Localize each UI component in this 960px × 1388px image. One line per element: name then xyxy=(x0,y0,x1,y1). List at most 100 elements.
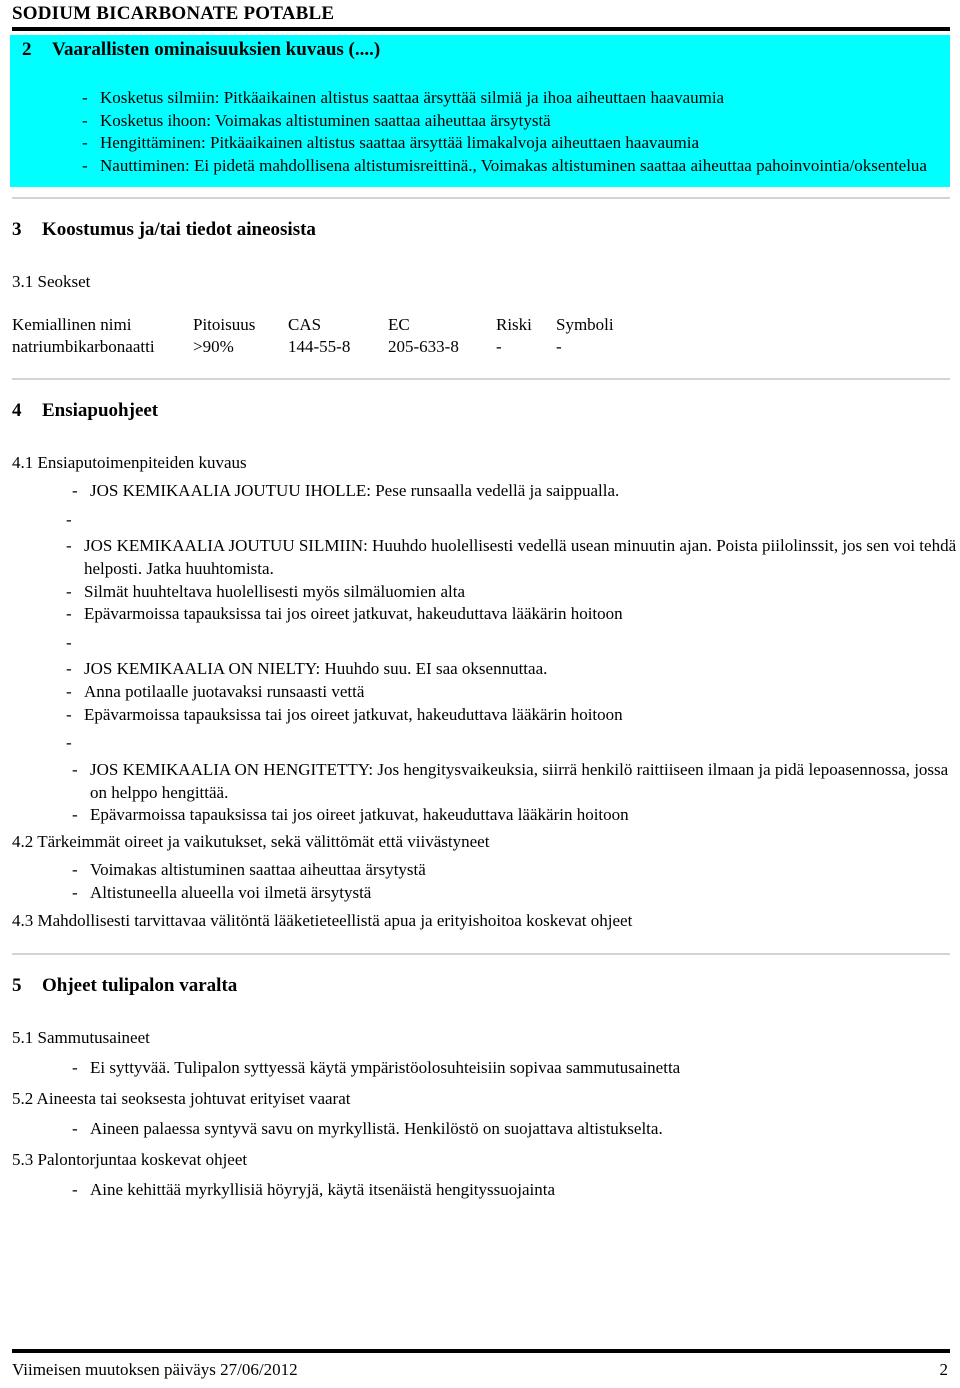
list-item: - Epävarmoissa tapauksissa tai jos oiree… xyxy=(0,704,960,727)
subsection-5-2-heading: 5.2 Aineesta tai seoksesta johtuvat erit… xyxy=(12,1088,351,1108)
section-5-number: 5 xyxy=(12,974,22,996)
list-item-text: Kosketus ihoon: Voimakas altistuminen sa… xyxy=(100,110,551,130)
list-item: - Epävarmoissa tapauksissa tai jos oiree… xyxy=(0,804,960,827)
section-4-title: Ensiapuohjeet xyxy=(42,399,159,421)
section-2-bullet-list: - Kosketus silmiin: Pitkäaikainen altist… xyxy=(10,87,950,177)
list-item-text xyxy=(84,632,960,655)
column-header-chemical-name: Kemiallinen nimi xyxy=(12,314,132,334)
subsection-4-2-heading: 4.2 Tärkeimmät oireet ja vaikutukset, se… xyxy=(12,831,490,851)
section-5-3-bullet-list: - Aine kehittää myrkyllisiä höyryjä, käy… xyxy=(0,1179,960,1202)
section-3-heading: 3 Koostumus ja/tai tiedot aineosista xyxy=(0,219,960,241)
list-item: - JOS KEMIKAALIA JOUTUU SILMIIN: Huuhdo … xyxy=(0,535,960,580)
section-3-title: Koostumus ja/tai tiedot aineosista xyxy=(42,219,316,241)
list-item: - Kosketus ihoon: Voimakas altistuminen … xyxy=(10,110,950,133)
dash-icon: - xyxy=(72,882,78,902)
document-title: SODIUM BICARBONATE POTABLE xyxy=(12,3,335,24)
section-2-number: 2 xyxy=(22,38,32,60)
dash-icon: - xyxy=(82,110,88,130)
list-item-empty: - xyxy=(0,632,960,655)
subsection-3-1-heading: 3.1 Seokset xyxy=(12,272,91,292)
dash-icon: - xyxy=(72,759,78,779)
dash-icon: - xyxy=(72,481,78,501)
dash-icon: - xyxy=(72,1119,78,1139)
subsection-5-3-heading: 5.3 Palontorjuntaa koskevat ohjeet xyxy=(12,1149,248,1169)
list-item: - JOS KEMIKAALIA JOUTUU IHOLLE: Pese run… xyxy=(0,480,960,503)
dash-icon: - xyxy=(66,536,72,556)
list-item: - Epävarmoissa tapauksissa tai jos oiree… xyxy=(0,603,960,626)
list-item-text: Nauttiminen: Ei pidetä mahdollisena alti… xyxy=(100,155,927,175)
list-item-text: Epävarmoissa tapauksissa tai jos oireet … xyxy=(84,604,623,624)
list-item: - Aine kehittää myrkyllisiä höyryjä, käy… xyxy=(0,1179,960,1202)
cell-ec: 205-633-8 xyxy=(388,336,459,356)
list-item-text: JOS KEMIKAALIA JOUTUU IHOLLE: Pese runsa… xyxy=(90,481,620,501)
header-rule xyxy=(12,26,950,31)
list-item-text: Altistuneella alueella voi ilmetä ärsyty… xyxy=(90,882,372,902)
list-item-text: Hengittäminen: Pitkäaikainen altistus sa… xyxy=(100,133,700,153)
list-item-text: JOS KEMIKAALIA ON NIELTY: Huuhdo suu. EI… xyxy=(84,659,548,679)
footer-row: Viimeisen muutoksen päiväys 27/06/2012 2 xyxy=(0,1353,960,1380)
sds-page: SODIUM BICARBONATE POTABLE 2 Vaaralliste… xyxy=(0,0,960,1388)
list-item-text: Epävarmoissa tapauksissa tai jos oireet … xyxy=(90,805,629,825)
dash-icon: - xyxy=(66,682,72,702)
revision-date: Viimeisen muutoksen päiväys 27/06/2012 xyxy=(12,1360,298,1379)
list-item-text: Ei syttyvää. Tulipalon syttyessä käytä y… xyxy=(90,1058,681,1078)
table-row: natriumbikarbonaatti >90% 144-55-8 205-6… xyxy=(0,336,960,358)
subsection-4-3-heading: 4.3 Mahdollisesti tarvittavaa välitöntä … xyxy=(12,911,633,931)
section-4-number: 4 xyxy=(12,399,22,421)
cell-concentration: >90% xyxy=(193,336,234,356)
dash-icon: - xyxy=(66,733,72,753)
dash-icon: - xyxy=(66,581,72,601)
column-header-symbol: Symboli xyxy=(556,314,614,334)
list-item: - Nauttiminen: Ei pidetä mahdollisena al… xyxy=(10,155,950,178)
cell-chemical-name: natriumbikarbonaatti xyxy=(12,336,155,356)
subsection-4-1-heading: 4.1 Ensiaputoimenpiteiden kuvaus xyxy=(12,452,247,472)
dash-icon: - xyxy=(72,1180,78,1200)
dash-icon: - xyxy=(82,87,88,107)
list-item-text: Kosketus silmiin: Pitkäaikainen altistus… xyxy=(100,87,725,107)
dash-icon: - xyxy=(72,805,78,825)
dash-icon: - xyxy=(82,155,88,175)
dash-icon: - xyxy=(72,1058,78,1078)
subsection-5-1-heading: 5.1 Sammutusaineet xyxy=(12,1027,150,1047)
page-number: 2 xyxy=(939,1360,949,1379)
dash-icon: - xyxy=(66,509,72,529)
section-2-heading: 2 Vaarallisten ominaisuuksien kuvaus (..… xyxy=(10,39,950,61)
dash-icon: - xyxy=(66,659,72,679)
section-2-highlight: 2 Vaarallisten ominaisuuksien kuvaus (..… xyxy=(10,34,950,188)
list-item-text: Anna potilaalle juotavaksi runsaasti vet… xyxy=(84,682,365,702)
cell-risk: - xyxy=(496,336,502,356)
list-item-text: Aine kehittää myrkyllisiä höyryjä, käytä… xyxy=(90,1180,556,1200)
list-item: - Anna potilaalle juotavaksi runsaasti v… xyxy=(0,681,960,704)
list-item: - Aineen palaessa syntyvä savu on myrkyl… xyxy=(0,1118,960,1141)
list-item: - JOS KEMIKAALIA ON HENGITETTY: Jos heng… xyxy=(0,759,960,804)
list-item-empty: - xyxy=(0,509,960,532)
running-header: SODIUM BICARBONATE POTABLE xyxy=(0,0,960,25)
list-item-text: Voimakas altistuminen saattaa aiheuttaa … xyxy=(90,860,426,880)
list-item-text: Silmät huuhteltava huolellisesti myös si… xyxy=(84,581,466,601)
list-item: - Silmät huuhteltava huolellisesti myös … xyxy=(0,581,960,604)
table-header-row: Kemiallinen nimi Pitoisuus CAS EC Riski … xyxy=(0,314,960,336)
dash-icon: - xyxy=(66,704,72,724)
list-item: - Ei syttyvää. Tulipalon syttyessä käytä… xyxy=(0,1057,960,1080)
composition-table: Kemiallinen nimi Pitoisuus CAS EC Riski … xyxy=(0,314,960,358)
dash-icon: - xyxy=(82,133,88,153)
list-item-text: Aineen palaessa syntyvä savu on myrkylli… xyxy=(90,1119,663,1139)
list-item-text: Epävarmoissa tapauksissa tai jos oireet … xyxy=(84,704,623,724)
section-4-heading: 4 Ensiapuohjeet xyxy=(0,400,960,422)
column-header-risk: Riski xyxy=(496,314,532,334)
list-item: - Kosketus silmiin: Pitkäaikainen altist… xyxy=(10,87,950,110)
section-5-1-bullet-list: - Ei syttyvää. Tulipalon syttyessä käytä… xyxy=(0,1057,960,1080)
section-4-2-bullet-list: - Voimakas altistuminen saattaa aiheutta… xyxy=(0,859,960,904)
list-item-text: JOS KEMIKAALIA ON HENGITETTY: Jos hengit… xyxy=(90,759,949,802)
dash-icon: - xyxy=(66,632,72,652)
section-2-title: Vaarallisten ominaisuuksien kuvaus (....… xyxy=(52,38,381,60)
section-5-2-bullet-list: - Aineen palaessa syntyvä savu on myrkyl… xyxy=(0,1118,960,1141)
column-header-ec: EC xyxy=(388,314,410,334)
list-item-text xyxy=(84,732,960,755)
column-header-concentration: Pitoisuus xyxy=(193,314,256,334)
section-3-number: 3 xyxy=(12,219,22,241)
section-5-title: Ohjeet tulipalon varalta xyxy=(42,974,238,996)
list-item: - JOS KEMIKAALIA ON NIELTY: Huuhdo suu. … xyxy=(0,658,960,681)
list-item-text xyxy=(84,509,960,532)
column-header-cas: CAS xyxy=(288,314,322,334)
